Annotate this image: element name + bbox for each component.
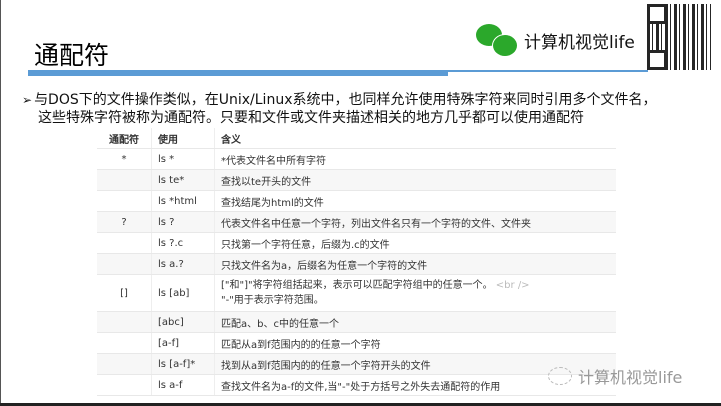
intro-line-1: 与DOS下的文件操作类似，在Unix/Linux系统中，也同样允许使用特殊字符来… <box>34 92 657 108</box>
header-meaning: 含义 <box>214 128 616 149</box>
table-row: [abc] 匹配a、b、c中的任意一个 <box>97 311 616 333</box>
header-usage: 使用 <box>151 128 215 149</box>
table-row: ls ?.c 只找第一个字符任意，后缀为.c的文件 <box>97 232 616 254</box>
cell-meaning: ["和"]"将字符组括起来，表示可以匹配字符组中的任意一个。 <br /> "-"… <box>214 274 616 312</box>
wechat-icon <box>476 22 520 58</box>
watermark: 计算机视觉life <box>548 364 682 388</box>
table-row: ? ls ? 代表文件名中任意一个字符，列出文件名只有一个字符的文件、文件夹 <box>97 211 616 233</box>
window-left-border <box>0 0 1 406</box>
table-row: ls a-f 查找文件名为a-f的文件,当"-"处于方括号之外失去通配符的作用 <box>97 374 616 396</box>
table-row: ls a.? 只找文件名为a，后缀名为任意一个字符的文件 <box>97 253 616 275</box>
table-row: ls [a-f]* 找到从a到f范围内的的任意一个字符开头的文件 <box>97 353 616 375</box>
brand-name: 计算机视觉life <box>524 32 635 53</box>
table-row: * ls * *代表文件名中所有字符 <box>97 148 616 170</box>
intro-line-2: 这些特殊字符被称为通配符。只要和文件或文件夹描述相关的地方几乎都可以使用通配符 <box>38 110 584 126</box>
cell-meaning: 查找结尾为html的文件 <box>214 190 616 212</box>
intro-paragraph: ➢ 与DOS下的文件操作类似，在Unix/Linux系统中，也同样允许使用特殊字符… <box>22 91 656 127</box>
cell-usage: ls * <box>151 148 215 170</box>
cell-meaning: 只找第一个字符任意，后缀为.c的文件 <box>214 232 616 254</box>
header-wildcard: 通配符 <box>97 128 152 149</box>
cell-usage: ls ? <box>151 211 215 233</box>
cell-usage: ls [ab] <box>151 274 215 312</box>
brand-logo: 计算机视觉life <box>476 22 635 58</box>
watermark-text: 计算机视觉life <box>578 368 683 387</box>
cell-wildcard <box>97 353 152 375</box>
slide-title: 通配符 <box>34 41 110 70</box>
cell-meaning: *代表文件名中所有字符 <box>214 148 616 170</box>
cell-meaning: 查找以te开头的文件 <box>214 169 616 191</box>
cell-wildcard: ? <box>97 211 152 233</box>
title-underline <box>28 70 448 76</box>
cell-wildcard <box>97 311 152 333</box>
cell-usage: ls a.? <box>151 253 215 275</box>
table-row: ls te* 查找以te开头的文件 <box>97 169 616 191</box>
cell-meaning: 匹配a、b、c中的任意一个 <box>214 311 616 333</box>
title-underline-thin <box>448 70 648 72</box>
bullet-arrow-icon: ➢ <box>22 93 33 107</box>
table-row: ls *html 查找结尾为html的文件 <box>97 190 616 212</box>
cell-usage: ls [a-f]* <box>151 353 215 375</box>
cell-wildcard <box>97 190 152 212</box>
cell-usage: [abc] <box>151 311 215 333</box>
cell-meaning: 代表文件名中任意一个字符，列出文件名只有一个字符的文件、文件夹 <box>214 211 616 233</box>
cell-wildcard: * <box>97 148 152 170</box>
cell-wildcard <box>97 332 152 354</box>
br-tag-text: <br /> <box>495 280 530 291</box>
wechat-icon <box>548 367 572 385</box>
table-row: [a-f] 匹配从a到f范围内的的任意一个字符 <box>97 332 616 354</box>
cell-meaning: 匹配从a到f范围内的的任意一个字符 <box>214 332 616 354</box>
cell-usage: ls te* <box>151 169 215 191</box>
table-header: 通配符 使用 含义 <box>97 128 616 149</box>
cell-usage: ls a-f <box>151 374 215 396</box>
wildcard-table: 通配符 使用 含义 * ls * *代表文件名中所有字符 ls te* 查找以te开头的… <box>97 128 616 396</box>
cell-meaning: 只找文件名为a，后缀名为任意一个字符的文件 <box>214 253 616 275</box>
meaning-text: ["和"]"将字符组括起来，表示可以匹配字符组中的任意一个。 <box>221 280 493 291</box>
cell-wildcard <box>97 374 152 396</box>
cell-wildcard <box>97 169 152 191</box>
cell-usage: [a-f] <box>151 332 215 354</box>
table-row: [] ls [ab] ["和"]"将字符组括起来，表示可以匹配字符组中的任意一个。 … <box>97 274 616 312</box>
cell-wildcard <box>97 232 152 254</box>
cell-usage: ls *html <box>151 190 215 212</box>
cell-wildcard <box>97 253 152 275</box>
cell-usage: ls ?.c <box>151 232 215 254</box>
meaning-text-2: "-"用于表示字符范围。 <box>221 295 324 306</box>
cell-wildcard: [] <box>97 274 152 312</box>
qr-code-image <box>647 4 711 70</box>
